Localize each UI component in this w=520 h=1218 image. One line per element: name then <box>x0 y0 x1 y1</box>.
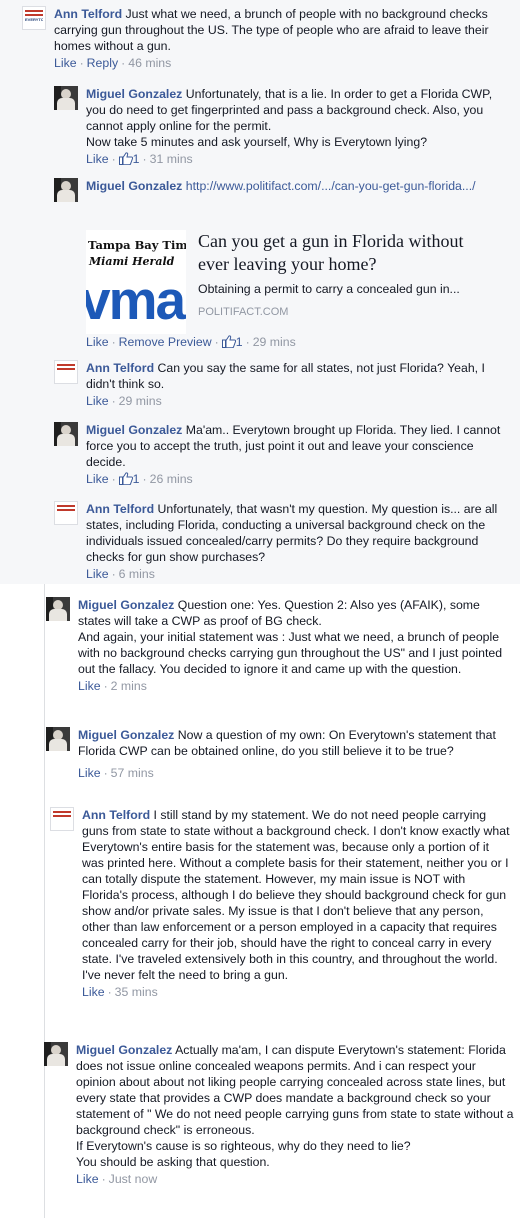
like-link[interactable]: Like <box>86 567 109 581</box>
comment-author[interactable]: Miguel Gonzalez <box>86 179 182 193</box>
like-link[interactable]: Like <box>86 394 109 408</box>
like-link[interactable]: Like <box>86 152 109 166</box>
remove-preview-link[interactable]: Remove Preview <box>119 335 212 349</box>
comment-meta: Like · 1 · 26 mins <box>86 472 193 486</box>
thread-divider <box>44 584 45 1218</box>
comment-author[interactable]: Miguel Gonzalez <box>78 598 174 612</box>
comment-author[interactable]: Miguel Gonzalez <box>86 87 182 101</box>
comment-time[interactable]: 46 mins <box>128 56 171 70</box>
comment-meta: Like · 57 mins <box>78 766 154 780</box>
comment-time[interactable]: 6 mins <box>119 567 155 581</box>
comment-meta: Like · Remove Preview · 1 · 29 mins <box>86 335 296 349</box>
comment-author[interactable]: Ann Telford <box>82 808 150 822</box>
comment-author[interactable]: Miguel Gonzalez <box>86 423 182 437</box>
avatar[interactable] <box>54 501 78 525</box>
avatar-caption: EVERYTOWN <box>25 18 43 22</box>
like-count-thumb-icon <box>221 335 236 348</box>
avatar[interactable] <box>46 597 70 621</box>
comment-author[interactable]: Miguel Gonzalez <box>76 1043 172 1057</box>
like-count[interactable]: 1 <box>236 335 243 349</box>
comment-time[interactable]: 29 mins <box>253 335 296 349</box>
preview-host: POLITIFACT.COM <box>198 306 289 318</box>
avatar[interactable] <box>54 360 78 384</box>
like-link[interactable]: Like <box>82 985 105 999</box>
comment-time[interactable]: 35 mins <box>115 985 158 999</box>
avatar[interactable] <box>50 807 74 831</box>
comment-time[interactable]: Just now <box>109 1172 158 1186</box>
like-link[interactable]: Like <box>76 1172 99 1186</box>
comment-author[interactable]: Miguel Gonzalez <box>78 728 174 742</box>
comment-author[interactable]: Ann Telford <box>54 7 122 21</box>
preview-title[interactable]: Can you get a gun in Florida without eve… <box>198 230 488 276</box>
like-count[interactable]: 1 <box>133 152 140 166</box>
comment-author[interactable]: Ann Telford <box>86 361 154 375</box>
comment-meta: Like · 35 mins <box>82 985 158 999</box>
like-count-thumb-icon <box>118 152 133 165</box>
avatar[interactable] <box>54 422 78 446</box>
like-link[interactable]: Like <box>54 56 77 70</box>
comment-meta: Like · Reply · 46 mins <box>54 56 172 70</box>
comment-meta: Like · 1 · 31 mins <box>86 152 193 166</box>
comment-text: I still stand by my statement. We do not… <box>82 808 510 982</box>
comment-text: Actually ma'am, I can dispute Everytown'… <box>76 1043 514 1169</box>
like-link[interactable]: Like <box>86 472 109 486</box>
comment-time[interactable]: 29 mins <box>119 394 162 408</box>
comment-time[interactable]: 2 mins <box>111 679 147 693</box>
comment-meta: Like · 2 mins <box>78 679 147 693</box>
preview-logo-big: vma <box>86 269 186 331</box>
comment-meta: Like · 6 mins <box>86 567 155 581</box>
preview-description: Obtaining a permit to carry a concealed … <box>198 282 460 296</box>
comment-time[interactable]: 31 mins <box>150 152 193 166</box>
preview-logo-line2: Miami Herald <box>89 255 175 268</box>
like-count-thumb-icon <box>118 472 133 485</box>
comment-meta: Like · 29 mins <box>86 394 162 408</box>
preview-image[interactable]: Tampa Bay Times Miami Herald vma <box>86 230 186 334</box>
like-link[interactable]: Like <box>78 679 101 693</box>
like-link[interactable]: Like <box>86 335 109 349</box>
reply-link[interactable]: Reply <box>87 56 118 70</box>
like-link[interactable]: Like <box>78 766 101 780</box>
preview-logo-line1: Tampa Bay Times <box>88 238 186 252</box>
comment-time[interactable]: 57 mins <box>111 766 154 780</box>
avatar[interactable]: EVERYTOWN <box>22 6 46 30</box>
comment-link[interactable]: http://www.politifact.com/.../can-you-ge… <box>186 179 476 193</box>
like-count[interactable]: 1 <box>133 472 140 486</box>
comment-author[interactable]: Ann Telford <box>86 502 154 516</box>
comment-time[interactable]: 26 mins <box>150 472 193 486</box>
link-preview[interactable]: Tampa Bay Times Miami Herald vma Can you… <box>86 230 490 334</box>
comment-meta: Like · Just now <box>76 1172 158 1186</box>
comment-meta-row: Like · Remove Preview · 1 · 29 mins <box>86 333 514 350</box>
avatar[interactable] <box>54 178 78 202</box>
avatar[interactable] <box>46 727 70 751</box>
avatar[interactable] <box>44 1042 68 1066</box>
avatar[interactable] <box>54 86 78 110</box>
